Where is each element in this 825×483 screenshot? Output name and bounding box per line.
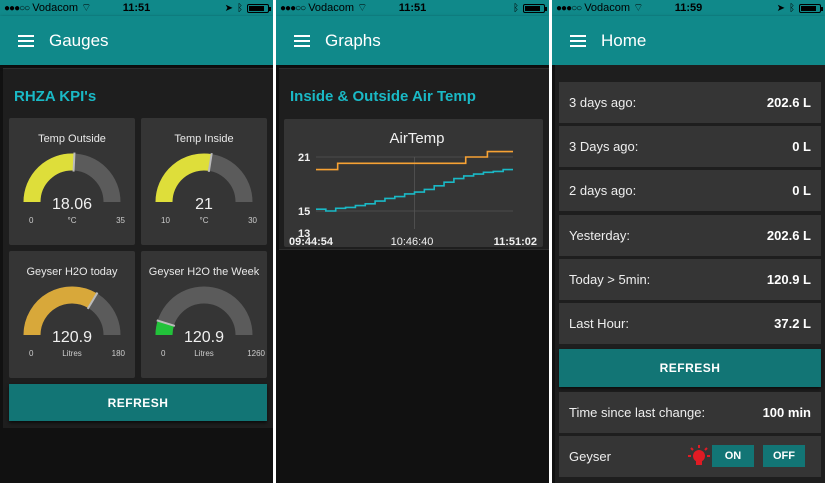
row-value: 0 L: [792, 183, 811, 198]
clock: 11:51: [122, 2, 151, 14]
menu-icon[interactable]: [570, 34, 586, 47]
gauge-value: 120.9: [183, 329, 225, 346]
gauge-value: 18.06: [51, 196, 93, 213]
airtemp-chart: AirTemp 21 15 13 09:44:54 10:46:40 11:51:02: [284, 119, 543, 248]
signal-icon: ●●●○○: [4, 2, 30, 14]
geyser-on-button[interactable]: ON: [712, 445, 754, 467]
row-value: 37.2 L: [774, 316, 811, 331]
row-value: 202.6 L: [766, 228, 811, 243]
carrier-name: Vodacom: [32, 2, 79, 14]
page-title: Home: [601, 30, 647, 50]
gauge-temp-inside: Temp Inside 21 °C 10 30: [141, 118, 267, 245]
toolbar: Gauges: [0, 16, 273, 65]
battery-icon: [523, 3, 547, 13]
row-label: 3 days ago:: [569, 95, 637, 110]
bluetooth-icon: ᛒ: [513, 2, 519, 14]
clock: 11:59: [674, 2, 703, 14]
chart-title: AirTemp: [389, 130, 444, 147]
menu-icon[interactable]: [18, 34, 34, 47]
list-item: Last Hour: 37.2 L: [559, 303, 821, 344]
y-tick-label: 21: [298, 152, 310, 164]
list-item: 3 Days ago: 0 L: [559, 126, 821, 167]
gauge-value: 21: [195, 196, 213, 213]
gauge-geyser-today: Geyser H2O today 120.9 Litres 0 180: [9, 251, 135, 378]
clock: 11:51: [398, 2, 427, 14]
gauge-min: 0: [29, 216, 34, 225]
page-title: Gauges: [49, 30, 109, 50]
row-value: 202.6 L: [766, 95, 811, 110]
status-bar: ●●●○○ Vodacom ⌔ 11:51 ᛒ: [276, 0, 549, 16]
bluetooth-icon: ᛒ: [789, 2, 795, 14]
gauge-min: 10: [161, 216, 170, 225]
row-label: Time since last change:: [569, 405, 706, 420]
list-item: Yesterday: 202.6 L: [559, 215, 821, 256]
geyser-off-button[interactable]: OFF: [763, 445, 805, 467]
gauge-temp-outside: Temp Outside 18.06 °C 0 35: [9, 118, 135, 245]
gauge-max: 30: [248, 216, 257, 225]
menu-icon[interactable]: [294, 34, 310, 47]
list-item: 2 days ago: 0 L: [559, 170, 821, 211]
home-list: 3 days ago: 202.6 L 3 Days ago: 0 L 2 da…: [555, 65, 825, 483]
gauge-value: 120.9: [51, 329, 93, 346]
row-value: 120.9 L: [766, 272, 811, 287]
status-bar: ●●●○○ Vodacom ⌔ 11:51 ➤ ᛒ: [0, 0, 273, 16]
location-icon: ➤: [776, 2, 785, 14]
graphs-screen: ●●●○○ Vodacom ⌔ 11:51 ᛒ Graphs Inside & …: [276, 0, 549, 483]
x-tick-label: 11:51:02: [494, 236, 537, 247]
gauge-min: 0: [29, 349, 34, 358]
status-bar: ●●●○○ Vodacom ⌔ 11:59 ➤ ᛒ: [552, 0, 825, 16]
row-value: 0 L: [792, 139, 811, 154]
row-label: Geyser: [569, 449, 611, 464]
x-tick-label: 09:44:54: [289, 236, 334, 247]
row-value: 100 min: [762, 405, 811, 420]
y-tick-label: 15: [298, 206, 310, 218]
home-screen: ●●●○○ Vodacom ⌔ 11:59 ➤ ᛒ Home 3 days ag…: [552, 0, 825, 483]
location-icon: ➤: [224, 2, 233, 14]
gauge-max: 180: [111, 349, 125, 358]
row-label: Today > 5min:: [569, 272, 651, 287]
lightbulb-icon: [688, 445, 710, 465]
gauge-title: Geyser H2O today: [26, 266, 118, 278]
gauge-title: Temp Inside: [174, 133, 234, 145]
bluetooth-icon: ᛒ: [237, 2, 243, 14]
page-title: Graphs: [325, 30, 381, 50]
airtemp-group: Inside & Outside Air Temp AirTemp 21 15 13 0…: [279, 68, 549, 250]
time-since-row: Time since last change: 100 min: [559, 392, 821, 433]
x-tick-label: 10:46:40: [391, 236, 434, 247]
gauge-title: Geyser H2O the Week: [148, 266, 260, 278]
carrier-name: Vodacom: [584, 2, 631, 14]
kpi-group: RHZA KPI's Temp Outside 18.06 °C 0 35 Te…: [3, 68, 273, 428]
gauge-max: 35: [116, 216, 125, 225]
row-label: 3 Days ago:: [569, 139, 639, 154]
toolbar: Graphs: [276, 16, 549, 65]
gauge-needle: [72, 152, 76, 172]
gauge-max: 1260: [247, 349, 265, 358]
list-item: Today > 5min: 120.9 L: [559, 259, 821, 300]
group-title: RHZA KPI's: [14, 88, 97, 105]
battery-icon: [247, 3, 271, 13]
gauge-min: 0: [161, 349, 166, 358]
gauge-title: Temp Outside: [38, 133, 106, 145]
row-label: Yesterday:: [569, 228, 630, 243]
signal-icon: ●●●○○: [280, 2, 306, 14]
row-label: Last Hour:: [569, 316, 629, 331]
row-label: 2 days ago:: [569, 183, 637, 198]
battery-icon: [799, 3, 823, 13]
signal-icon: ●●●○○: [556, 2, 582, 14]
gauge-geyser-week: Geyser H2O the Week 120.9 Litres 0 1260: [141, 251, 267, 378]
refresh-button[interactable]: REFRESH: [559, 349, 821, 387]
chart-plot: AirTemp21151309:44:54 10:46:40 11:51:02: [289, 130, 537, 248]
toolbar: Home: [552, 16, 825, 65]
gauges-screen: ●●●○○ Vodacom ⌔ 11:51 ➤ ᛒ Gauges RHZA KP…: [0, 0, 273, 483]
refresh-button[interactable]: REFRESH: [9, 384, 267, 421]
list-item: 3 days ago: 202.6 L: [559, 82, 821, 123]
group-title: Inside & Outside Air Temp: [290, 88, 476, 105]
carrier-name: Vodacom: [308, 2, 355, 14]
